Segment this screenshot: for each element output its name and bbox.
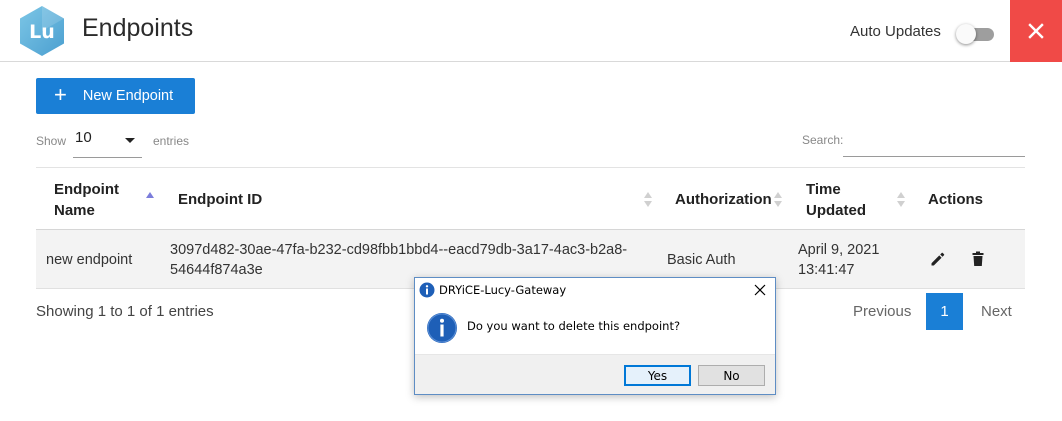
sort-asc-icon <box>146 192 154 208</box>
chevron-down-icon <box>125 138 135 143</box>
dialog-footer: Yes No <box>415 354 775 394</box>
pagination-page[interactable]: 1 <box>926 293 963 330</box>
auto-updates-toggle[interactable] <box>956 24 996 44</box>
close-button[interactable] <box>1010 0 1062 62</box>
no-button[interactable]: No <box>698 365 765 386</box>
sort-icon <box>774 192 782 208</box>
cell-time-updated: April 9, 2021 13:41:47 <box>798 230 908 289</box>
entries-value: 10 <box>75 129 92 146</box>
pagination-previous[interactable]: Previous <box>853 303 911 320</box>
lucy-logo: Lu <box>20 6 64 56</box>
column-header-actions: Actions <box>928 191 984 208</box>
entries-label: entries <box>153 134 190 148</box>
auto-updates-label: Auto Updates <box>850 23 941 40</box>
time-updated-date: April 9, 2021 <box>798 241 880 258</box>
column-header-time-updated[interactable]: Time Updated <box>806 168 876 231</box>
column-header-authorization[interactable]: Authorization <box>675 168 775 231</box>
close-icon[interactable] <box>752 282 768 298</box>
pagination-next[interactable]: Next <box>981 303 1012 320</box>
endpoint-id-line: 3097d482-30ae-47fa-b232-cd98fbb1bbd4--ea… <box>170 241 628 258</box>
show-label: Show <box>36 134 67 148</box>
svg-text:Lu: Lu <box>29 21 55 43</box>
page-title: Endpoints <box>82 14 194 42</box>
info-icon <box>427 313 457 343</box>
cell-endpoint-name: new endpoint <box>46 251 133 268</box>
yes-button[interactable]: Yes <box>624 365 691 386</box>
confirm-dialog: DRYiCE-Lucy-Gateway Do you want to delet… <box>414 277 776 395</box>
plus-icon: + <box>54 81 67 107</box>
app-header: Lu Endpoints Auto Updates <box>0 0 1062 62</box>
info-icon <box>419 282 435 298</box>
delete-icon[interactable] <box>969 250 987 268</box>
time-updated-time: 13:41:47 <box>798 261 855 278</box>
entries-select[interactable]: 10 <box>73 127 142 158</box>
search-label: Search: <box>802 133 844 147</box>
close-icon <box>1028 23 1044 39</box>
new-endpoint-label: New Endpoint <box>82 88 174 104</box>
table-header: Endpoint Name Endpoint ID Authorization … <box>36 167 1025 230</box>
dialog-title: DRYiCE-Lucy-Gateway <box>439 283 567 297</box>
sort-icon <box>644 192 652 208</box>
table-info: Showing 1 to 1 of 1 entries <box>36 303 214 320</box>
column-header-endpoint-name[interactable]: Endpoint Name <box>54 168 134 231</box>
dialog-message: Do you want to delete this endpoint? <box>467 319 681 333</box>
toggle-knob[interactable] <box>956 24 976 44</box>
search-input[interactable] <box>843 127 1025 157</box>
new-endpoint-button[interactable]: + New Endpoint <box>36 78 195 114</box>
column-header-endpoint-id[interactable]: Endpoint ID <box>178 168 378 231</box>
dialog-titlebar[interactable]: DRYiCE-Lucy-Gateway <box>415 278 775 302</box>
sort-icon <box>897 192 905 208</box>
edit-icon[interactable] <box>929 250 947 268</box>
